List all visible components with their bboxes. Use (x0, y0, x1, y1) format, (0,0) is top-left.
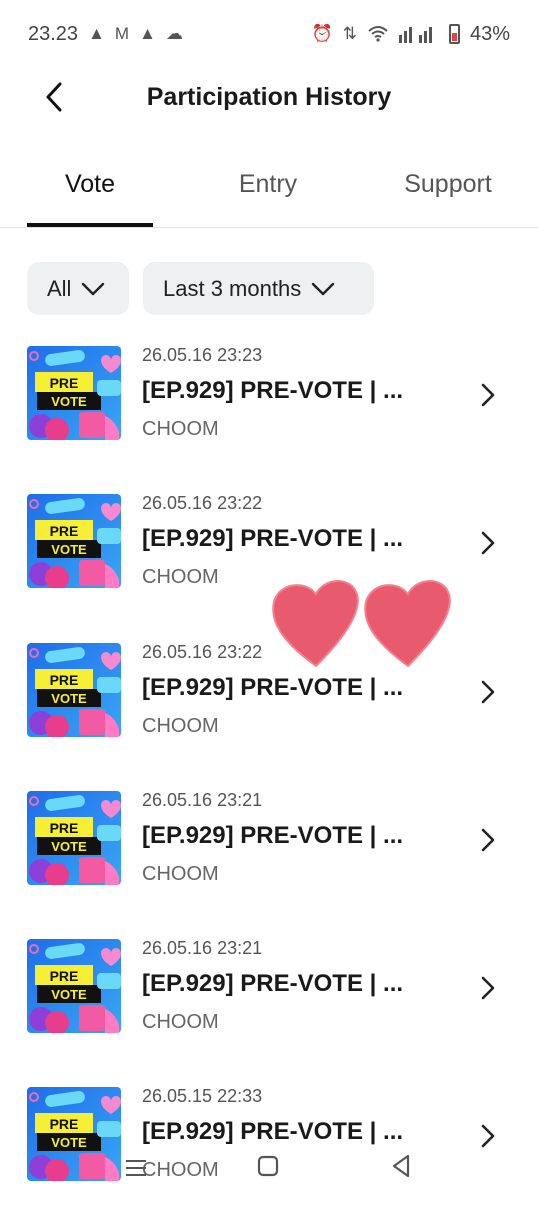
warning-icon-2: ▲ (139, 24, 156, 43)
thumb-line1: PRE (50, 375, 79, 391)
list-item[interactable]: PRE VOTE 26.05.16 23:23 [EP.929] PRE-VOT… (0, 326, 538, 474)
wifi-icon (368, 26, 388, 42)
mail-icon: M (114, 24, 130, 43)
vote-title: [EP.929] PRE-VOTE | ... (142, 673, 404, 701)
thumbnail-image: PRE VOTE (27, 939, 121, 1034)
status-time: 23.23 (28, 22, 79, 45)
thumb-line1: PRE (50, 672, 79, 688)
warning-icon: ▲ (88, 24, 105, 43)
chevron-right-icon[interactable] (478, 1123, 498, 1149)
chevron-down-icon (82, 282, 105, 295)
tab-bar: Vote Entry Support (0, 155, 538, 228)
data-arrows-icon: ⇅ (342, 24, 357, 43)
home-icon[interactable] (248, 1148, 288, 1188)
vote-date: 26.05.16 23:21 (142, 789, 263, 810)
thumbnail-image: PRE VOTE (27, 790, 121, 885)
battery-level: 43% (469, 22, 510, 45)
heart-icon (272, 579, 359, 668)
status-bar: 23.23 ▲ M ▲ ☁ ⏰ ⇅ 43% (0, 0, 538, 68)
tab-entry-label: Entry (238, 170, 298, 198)
signal-icon (398, 27, 432, 43)
vote-title: [EP.929] PRE-VOTE | ... (142, 970, 404, 998)
chevron-right-icon[interactable] (478, 975, 498, 1001)
vote-date: 26.05.15 22:33 (142, 1086, 263, 1107)
tab-support-label: Support (404, 170, 492, 198)
vote-artist: CHOOM (142, 862, 219, 885)
heart-stickers (272, 579, 451, 668)
tab-support[interactable]: Support (384, 155, 512, 227)
vote-date: 26.05.16 23:23 (142, 345, 263, 365)
vote-artist: CHOOM (142, 1011, 219, 1034)
status-right: ⏰ ⇅ 43% (312, 23, 510, 46)
recents-icon[interactable] (116, 1148, 156, 1188)
chevron-left-icon[interactable] (38, 80, 72, 114)
chevron-right-icon[interactable] (478, 530, 498, 556)
vote-title: [EP.929] PRE-VOTE | ... (142, 525, 404, 553)
vote-date: 26.05.16 23:22 (142, 641, 263, 662)
thumbnail-image: PRE VOTE (27, 642, 121, 737)
vote-artist: CHOOM (142, 418, 219, 440)
thumbnail-image: PRE VOTE (27, 346, 121, 440)
list-item[interactable]: PRE VOTE 26.05.16 23:21 [EP.929] PRE-VOT… (0, 771, 538, 919)
cloud-icon: ☁ (165, 24, 183, 43)
type-filter-label: All (47, 275, 72, 301)
period-filter-dropdown[interactable]: Last 3 months (143, 262, 374, 315)
back-nav-icon[interactable] (382, 1148, 422, 1188)
tab-entry[interactable]: Entry (208, 155, 328, 227)
system-nav-bar (0, 1148, 538, 1188)
vote-artist: CHOOM (142, 714, 219, 737)
tab-vote[interactable]: Vote (27, 155, 153, 227)
type-filter-dropdown[interactable]: All (27, 262, 129, 315)
thumb-line1: PRE (50, 820, 79, 836)
thumb-line2: VOTE (51, 542, 87, 557)
list-item[interactable]: PRE VOTE 26.05.16 23:21 [EP.929] PRE-VOT… (0, 919, 538, 1067)
alarm-icon: ⏰ (311, 24, 333, 43)
thumb-line1: PRE (50, 1116, 79, 1132)
thumb-line2: VOTE (51, 987, 87, 1002)
chevron-right-icon[interactable] (478, 827, 498, 853)
thumb-line2: VOTE (51, 691, 87, 706)
status-left: 23.23 ▲ M ▲ ☁ (28, 23, 183, 46)
vote-artist: CHOOM (142, 566, 219, 589)
battery-icon (448, 24, 460, 44)
heart-icon (364, 579, 451, 668)
list-item[interactable]: PRE VOTE 26.05.15 22:33 [EP.929] PRE-VOT… (0, 1067, 538, 1215)
thumb-line1: PRE (50, 968, 79, 984)
tab-vote-label: Vote (64, 170, 116, 198)
filter-row: All Last 3 months (27, 262, 374, 315)
chevron-down-icon (311, 282, 335, 295)
vote-date: 26.05.16 23:22 (142, 493, 263, 514)
chevron-right-icon[interactable] (478, 382, 498, 408)
thumb-line2: VOTE (51, 394, 87, 409)
period-filter-label: Last 3 months (163, 275, 302, 301)
thumb-line1: PRE (50, 523, 79, 539)
history-list: PRE VOTE 26.05.16 23:23 [EP.929] PRE-VOT… (0, 326, 538, 1216)
page-title: Participation History (146, 82, 392, 111)
vote-title: [EP.929] PRE-VOTE | ... (142, 377, 404, 404)
header: Participation History (0, 68, 538, 126)
thumb-line2: VOTE (51, 839, 87, 854)
chevron-right-icon[interactable] (478, 679, 498, 705)
vote-date: 26.05.16 23:21 (142, 938, 263, 959)
vote-title: [EP.929] PRE-VOTE | ... (142, 821, 404, 849)
vote-title: [EP.929] PRE-VOTE | ... (142, 1118, 404, 1146)
thumbnail-image: PRE VOTE (27, 494, 121, 589)
